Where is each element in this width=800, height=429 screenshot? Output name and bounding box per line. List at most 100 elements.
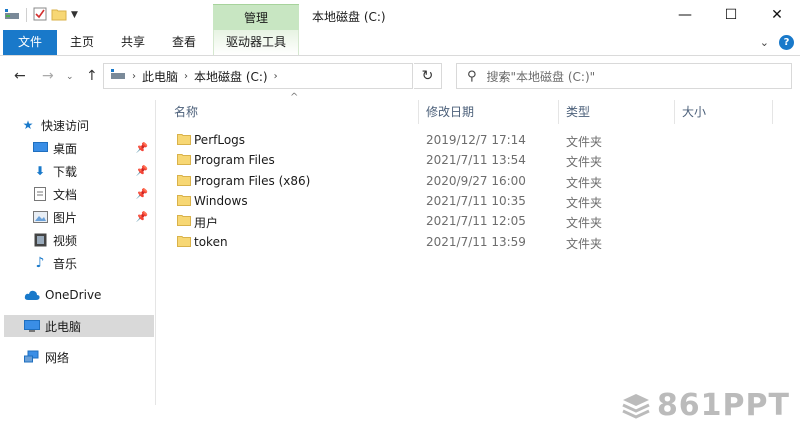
search-icon: ⚲ <box>467 68 477 84</box>
sidebar-item-label: 音乐 <box>53 256 78 271</box>
window-controls: — ☐ ✕ <box>662 0 800 30</box>
maximize-button[interactable]: ☐ <box>708 0 754 30</box>
file-name: Program Files <box>194 153 275 167</box>
search-input[interactable]: 搜索"本地磁盘 (C:)" <box>487 68 596 85</box>
folder-icon <box>177 134 191 145</box>
cloud-icon <box>24 287 40 303</box>
list-item[interactable]: 用户 2021/7/11 12:05 文件夹 <box>170 211 680 231</box>
column-header-date[interactable]: 修改日期 <box>426 100 474 124</box>
tab-share[interactable]: 共享 <box>111 30 155 55</box>
list-item[interactable]: Program Files (x86) 2020/9/27 16:00 文件夹 <box>170 171 680 191</box>
file-date: 2020/9/27 16:00 <box>426 174 526 188</box>
file-date: 2021/7/11 13:54 <box>426 153 526 167</box>
tab-file[interactable]: 文件 <box>3 30 57 55</box>
properties-icon[interactable] <box>33 7 47 24</box>
minimize-button[interactable]: — <box>662 0 708 30</box>
list-item[interactable]: PerfLogs 2019/12/7 17:14 文件夹 <box>170 130 680 150</box>
star-icon: ★ <box>22 118 34 132</box>
quick-access-toolbar: ▼ <box>4 6 78 24</box>
column-divider[interactable] <box>772 100 773 124</box>
folder-icon <box>177 215 191 226</box>
refresh-icon[interactable]: ↻ <box>414 63 442 89</box>
column-header-size[interactable]: 大小 <box>682 100 706 124</box>
folder-icon <box>177 195 191 206</box>
breadcrumb-chevron-icon[interactable]: › <box>274 71 278 82</box>
forward-icon[interactable]: → <box>42 68 54 84</box>
sidebar-item-downloads[interactable]: ⬇ 下载 📌 <box>32 160 154 182</box>
expand-ribbon-icon[interactable]: ⌄ <box>760 36 769 49</box>
sidebar-item-label: 桌面 <box>53 141 78 156</box>
column-header-name[interactable]: 名称 <box>174 100 198 124</box>
sidebar-item-label: 图片 <box>53 210 78 225</box>
file-name: Program Files (x86) <box>194 174 311 188</box>
layers-logo-icon <box>622 393 650 419</box>
picture-icon <box>32 209 48 225</box>
pin-icon[interactable]: 📌 <box>136 189 148 200</box>
breadcrumb-chevron-icon[interactable]: › <box>132 71 136 82</box>
file-name: 用户 <box>194 216 219 230</box>
customize-qat-icon[interactable]: ▼ <box>71 10 78 20</box>
drive-icon[interactable] <box>4 7 20 24</box>
pin-icon[interactable]: 📌 <box>136 143 148 154</box>
file-date: 2021/7/11 12:05 <box>426 214 526 228</box>
column-divider[interactable] <box>558 100 559 124</box>
folder-icon <box>177 175 191 186</box>
up-icon[interactable]: ↑ <box>86 68 98 84</box>
file-type: 文件夹 <box>566 176 603 190</box>
title-bar: ▼ 管理 本地磁盘 (C:) — ☐ ✕ <box>0 0 800 30</box>
column-header-type[interactable]: 类型 <box>566 100 590 124</box>
document-icon <box>32 186 48 202</box>
sidebar-item-label: 此电脑 <box>45 319 82 334</box>
sidebar-item-label: 文档 <box>53 187 78 202</box>
download-arrow-icon: ⬇ <box>34 164 46 178</box>
ribbon-right-controls: ⌄ ? <box>760 35 794 50</box>
context-tab-header: 管理 <box>213 4 299 30</box>
sidebar-item-label: 下载 <box>53 164 78 179</box>
sidebar-item-desktop[interactable]: 桌面 📌 <box>32 137 154 159</box>
tab-view[interactable]: 查看 <box>162 30 206 55</box>
pin-icon[interactable]: 📌 <box>136 212 148 223</box>
sidebar-item-documents[interactable]: 文档 📌 <box>32 183 154 205</box>
network-icon <box>24 349 40 365</box>
new-folder-icon[interactable] <box>51 7 67 24</box>
folder-icon <box>177 154 191 165</box>
column-divider[interactable] <box>418 100 419 124</box>
list-item[interactable]: token 2021/7/11 13:59 文件夹 <box>170 232 680 252</box>
list-item[interactable]: Program Files 2021/7/11 13:54 文件夹 <box>170 150 680 170</box>
file-type: 文件夹 <box>566 237 603 251</box>
computer-icon <box>24 318 40 334</box>
sidebar-item-onedrive[interactable]: OneDrive <box>24 284 154 306</box>
file-date: 2019/12/7 17:14 <box>426 133 526 147</box>
pin-icon[interactable]: 📌 <box>136 166 148 177</box>
file-type: 文件夹 <box>566 216 603 230</box>
music-note-icon: ♪ <box>35 255 45 271</box>
sidebar-item-pictures[interactable]: 图片 📌 <box>32 206 154 228</box>
back-icon[interactable]: ← <box>14 68 26 84</box>
list-item[interactable]: Windows 2021/7/11 10:35 文件夹 <box>170 191 680 211</box>
breadcrumb-local-disk[interactable]: 本地磁盘 (C:) <box>194 68 268 85</box>
column-divider[interactable] <box>674 100 675 124</box>
tab-home[interactable]: 主页 <box>60 30 104 55</box>
file-type: 文件夹 <box>566 155 603 169</box>
sidebar-item-videos[interactable]: 视频 <box>32 229 154 251</box>
watermark: 861PPT <box>621 388 790 423</box>
breadcrumb-this-pc[interactable]: 此电脑 <box>142 68 178 85</box>
desktop-icon <box>32 140 48 156</box>
sidebar-item-this-pc[interactable]: 此电脑 <box>4 315 154 337</box>
file-date: 2021/7/11 10:35 <box>426 194 526 208</box>
sidebar-item-label: OneDrive <box>45 288 102 302</box>
sidebar-item-label: 视频 <box>53 233 78 248</box>
breadcrumb-chevron-icon[interactable]: › <box>184 71 188 82</box>
sidebar-item-quick-access[interactable]: ★ 快速访问 <box>20 114 154 136</box>
close-button[interactable]: ✕ <box>754 0 800 30</box>
search-box[interactable]: ⚲ 搜索"本地磁盘 (C:)" <box>456 63 792 89</box>
help-icon[interactable]: ? <box>779 35 794 50</box>
file-name: PerfLogs <box>194 133 246 147</box>
address-bar[interactable]: › 此电脑 › 本地磁盘 (C:) › ⌄ <box>103 63 507 89</box>
navigation-pane: ★ 快速访问 桌面 📌 ⬇ 下载 📌 文档 📌 图片 📌 视频 ♪ 音乐 One… <box>0 100 156 405</box>
recent-locations-icon[interactable]: ⌄ <box>66 72 74 82</box>
tab-drive-tools[interactable]: 驱动器工具 <box>213 30 299 55</box>
this-pc-small-icon <box>110 68 126 84</box>
sidebar-item-network[interactable]: 网络 <box>24 346 154 368</box>
sidebar-item-music[interactable]: ♪ 音乐 <box>32 252 154 274</box>
